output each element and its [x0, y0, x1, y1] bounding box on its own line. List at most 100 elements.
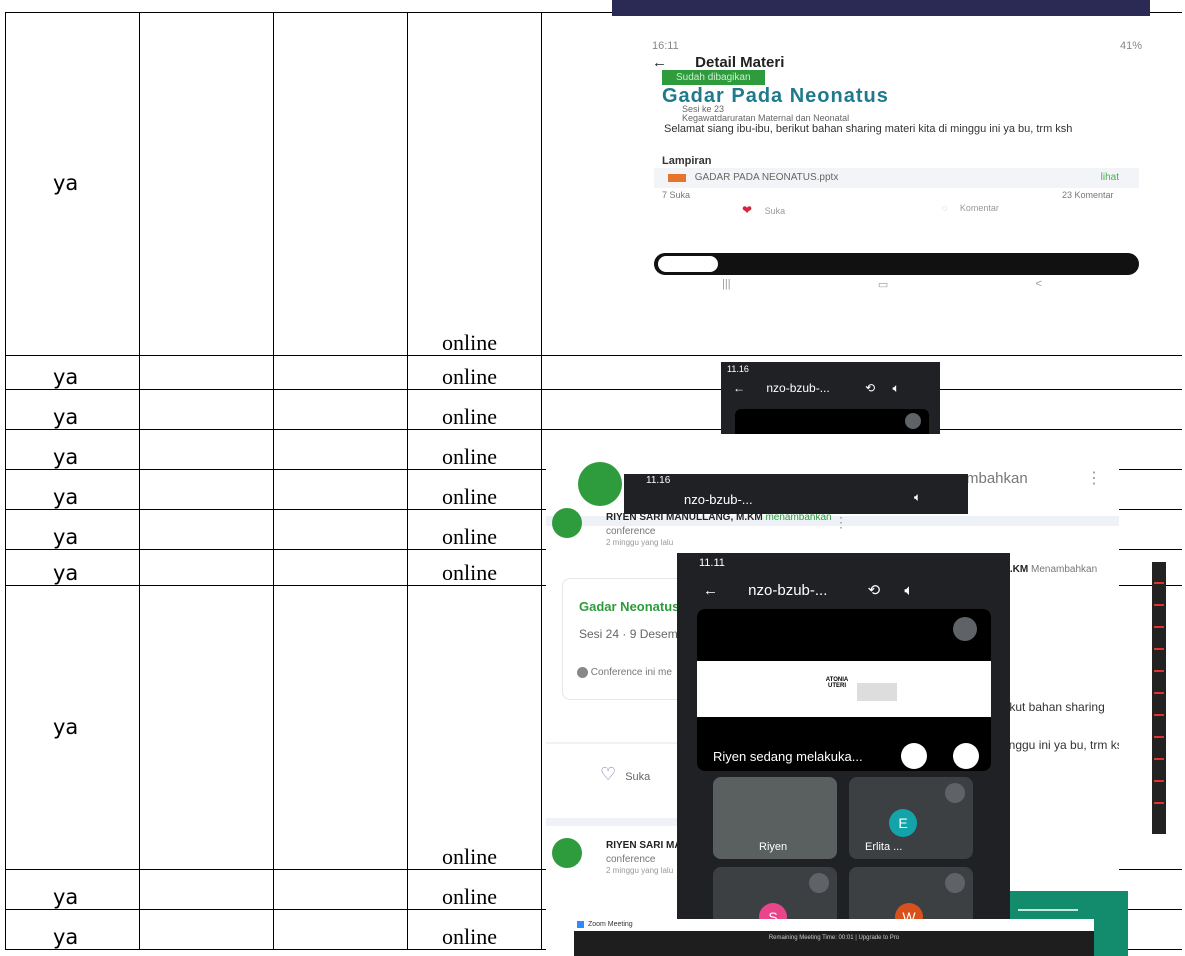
pptx-icon — [668, 174, 686, 182]
top-action: mbahkan — [966, 470, 1028, 487]
slide-preview: ATONIA UTERI — [697, 661, 991, 717]
side-panel-strip — [1152, 562, 1166, 834]
participant-tile: E Erlita ... — [849, 777, 973, 859]
speaker-icon[interactable]: 🔈︎ — [914, 490, 921, 505]
attachments-label: Lampiran — [662, 155, 712, 167]
post-type: conference — [606, 526, 656, 537]
like-button[interactable]: ♡ Suka — [600, 764, 650, 785]
attendance-value: ya — [53, 485, 79, 509]
speaker-icon[interactable]: 🔈︎ — [904, 582, 913, 599]
taskbar-strip — [612, 0, 1150, 16]
table-row: ya online — [5, 355, 1182, 390]
presentation-tile: ATONIA UTERI Riyen sedang melakuka... — [697, 609, 991, 771]
info-icon — [577, 667, 588, 678]
mic-off-icon — [945, 783, 965, 803]
owl-avatar — [578, 462, 622, 506]
like-label: Suka — [764, 206, 786, 216]
screenshot-meet-header: 11.16 nzo-bzub-... 🔈︎ — [624, 474, 968, 514]
attendance-value: ya — [53, 405, 79, 429]
view-link[interactable]: lihat — [1101, 172, 1119, 183]
heart-icon: ❤ — [742, 203, 753, 217]
status-battery: 41% — [1119, 40, 1142, 52]
screenshot-meet-call: 11.11 ← nzo-bzub-... ⟲ 🔈︎ ATONIA UTERI R… — [677, 553, 1010, 956]
card-title: Gadar Neonatus — [579, 599, 680, 614]
mode-value: online — [442, 884, 497, 909]
toggle-pill[interactable] — [658, 256, 718, 272]
table-cell: ya — [5, 12, 140, 356]
mode-value: online — [442, 560, 497, 585]
card-session: Sesi 24 · 9 Desemb — [579, 627, 685, 641]
mic-off-icon — [953, 617, 977, 641]
table-cell — [139, 12, 274, 356]
like-button[interactable]: ❤ Suka — [742, 203, 785, 217]
signal-icons — [1018, 897, 1078, 911]
attendance-value: ya — [53, 365, 79, 389]
mode-value: online — [442, 444, 497, 469]
switch-camera-icon[interactable]: ⟲ — [865, 381, 875, 395]
mode-value: online — [442, 484, 497, 509]
meeting-code: nzo-bzub-... — [766, 381, 830, 395]
recent-apps-icon[interactable]: ||| — [722, 278, 731, 291]
attendance-value: ya — [53, 561, 79, 585]
mode-value: online — [442, 524, 497, 549]
mic-off-icon — [905, 413, 921, 429]
comments-count: 23 Komentar — [1062, 190, 1114, 200]
slide-title: ATONIA UTERI — [825, 677, 849, 689]
action-text: Menambahkan — [1031, 564, 1098, 575]
meeting-time-banner: Remaining Meeting Time: 00:01 | Upgrade … — [768, 935, 900, 941]
stop-presenting-icon[interactable] — [901, 743, 927, 769]
attendance-value: ya — [53, 525, 79, 549]
attendance-value: ya — [53, 714, 79, 739]
back-arrow-icon[interactable]: ← — [733, 381, 745, 395]
attachment-row[interactable]: GADAR PADA NEONATUS.pptx lihat — [654, 168, 1139, 188]
shared-badge: Sudah dibagikan — [662, 70, 765, 85]
table-row: ya online — [5, 389, 1182, 430]
post-type: conference — [606, 854, 656, 865]
switch-camera-icon[interactable]: ⟲ — [868, 582, 881, 599]
likes-count: 7 Suka — [662, 190, 691, 200]
description: Selamat siang ibu-ibu, berikut bahan sha… — [664, 123, 1073, 135]
card-info: Conference ini me — [590, 667, 672, 679]
status-time: 11.16 — [646, 475, 671, 486]
meeting-code: nzo-bzub-... — [684, 492, 753, 507]
attendance-value: ya — [53, 445, 79, 469]
kebab-menu-icon[interactable]: ⋮ — [834, 514, 848, 531]
attachment-name: GADAR PADA NEONATUS.pptx — [694, 172, 839, 183]
participant-tile: Riyen — [713, 777, 837, 859]
back-arrow-icon[interactable]: ← — [652, 54, 667, 71]
screenshot-zoom: Zoom Meeting Remaining Meeting Time: 00:… — [574, 919, 1094, 956]
attendance-value: ya — [53, 171, 79, 195]
category-label: Kegawatdaruratan Maternal dan Neonatal — [682, 113, 850, 123]
back-arrow-icon[interactable]: ← — [703, 582, 718, 599]
status-time: 16:11 — [652, 40, 679, 52]
zoom-logo-icon — [577, 921, 584, 928]
presenting-label: Riyen sedang melakuka... — [713, 749, 863, 764]
back-icon[interactable]: < — [1036, 278, 1042, 291]
time-ago: 2 minggu yang lalu — [606, 866, 674, 875]
table-cell — [273, 12, 408, 356]
speaker-icon[interactable]: 🔈︎ — [892, 381, 899, 395]
zoom-titlebar: Zoom Meeting — [574, 919, 1094, 931]
mic-off-icon — [945, 873, 965, 893]
time-ago: 2 minggu yang lalu — [606, 538, 674, 547]
table-cell: online — [407, 12, 542, 356]
participant-name: Erlita ... — [865, 841, 903, 853]
comment-label: Komentar — [959, 203, 999, 213]
comment-icon: ◌ — [942, 203, 948, 213]
participant-name: Riyen — [759, 841, 788, 853]
kebab-menu-icon[interactable]: ⋮ — [1086, 468, 1102, 488]
description-line: minggu ini ya bu, trm ksh — [996, 738, 1119, 752]
heart-outline-icon: ♡ — [600, 764, 617, 784]
mode-value: online — [442, 844, 497, 869]
owl-avatar — [552, 838, 582, 868]
mode-value: online — [442, 330, 497, 355]
owl-avatar — [552, 508, 582, 538]
mode-value: online — [442, 364, 497, 389]
comment-button[interactable]: ◌ Komentar — [942, 203, 999, 213]
screenshot-meet-small: 11.16 ← nzo-bzub-... ⟲ 🔈︎ — [721, 362, 940, 434]
page-title: Detail Materi — [695, 54, 785, 71]
meeting-code: nzo-bzub-... — [748, 582, 828, 599]
mode-value: online — [442, 924, 497, 949]
home-icon[interactable]: ▭ — [878, 278, 888, 291]
fullscreen-icon[interactable] — [953, 743, 979, 769]
